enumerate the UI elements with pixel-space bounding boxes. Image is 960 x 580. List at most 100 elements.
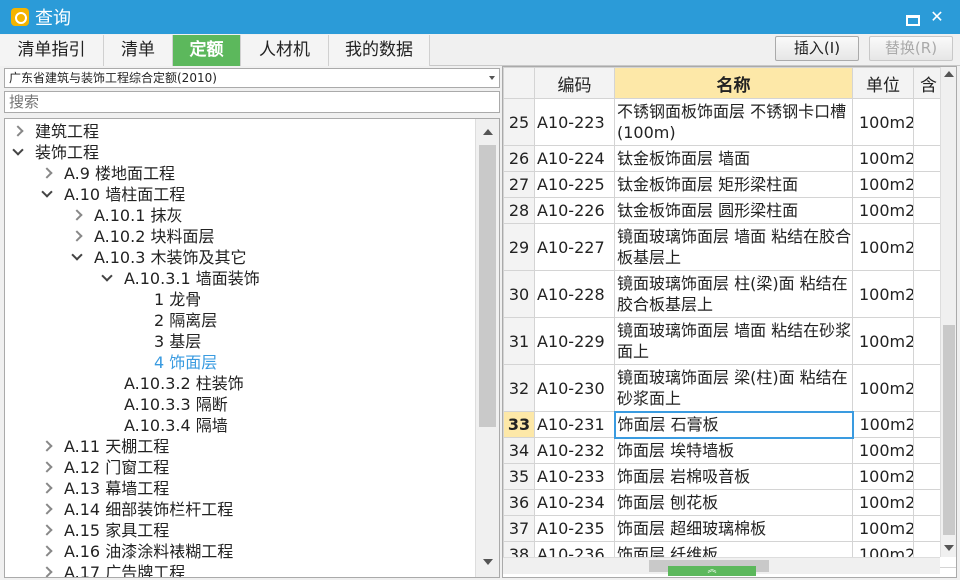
unit-cell[interactable]: 100m2 [852,463,914,490]
name-cell[interactable]: 镜面玻璃饰面层 墙面 粘结在胶合板基层上 [614,223,853,271]
table-row[interactable]: 35A10-233饰面层 岩棉吸音板100m26 [503,463,956,490]
name-cell[interactable]: 镜面玻璃饰面层 柱(梁)面 粘结在胶合板基层上 [614,270,853,318]
name-cell[interactable]: 饰面层 石膏板 [613,410,854,439]
unit-cell[interactable]: 100m2 [852,437,914,464]
replace-button[interactable]: 替换(R) [869,36,953,61]
tree-node[interactable]: A.9 楼地面工程 [64,163,175,184]
chevron-right-icon[interactable] [41,545,53,557]
tree-node[interactable]: A.10.1 抹灰 [94,205,182,226]
row-number[interactable]: 34 [503,437,535,464]
code-cell[interactable]: A10-223 [534,98,615,146]
chevron-down-icon[interactable] [71,249,83,261]
tree-node[interactable]: A.14 细部装饰栏杆工程 [64,499,233,520]
code-cell[interactable]: A10-228 [534,270,615,318]
table-row[interactable]: 34A10-232饰面层 埃特墙板100m21 [503,437,956,464]
row-number[interactable]: 25 [503,98,535,146]
code-cell[interactable]: A10-231 [534,411,615,438]
tree-node[interactable]: A.10.3 木装饰及其它 [94,247,246,268]
tree-node[interactable]: A.11 天棚工程 [64,436,169,457]
col-header-code[interactable]: 编码 [534,67,615,99]
tree-node[interactable]: A.16 油漆涂料裱糊工程 [64,541,233,562]
unit-cell[interactable]: 100m2 [852,489,914,516]
tab-quota[interactable]: 定额 [173,35,241,66]
table-row[interactable]: 29A10-227镜面玻璃饰面层 墙面 粘结在胶合板基层上100m28 [503,223,956,271]
code-cell[interactable]: A10-227 [534,223,615,271]
unit-cell[interactable]: 100m2 [852,223,914,271]
code-cell[interactable]: A10-233 [534,463,615,490]
insert-button[interactable]: 插入(I) [775,36,859,61]
row-number[interactable]: 33 [503,411,535,438]
name-cell[interactable]: 镜面玻璃饰面层 梁(柱)面 粘结在砂浆面上 [614,364,853,412]
chevron-right-icon[interactable] [12,125,24,137]
scroll-down-icon[interactable] [944,545,954,551]
unit-cell[interactable]: 100m2 [852,317,914,365]
chevron-right-icon[interactable] [41,482,53,494]
name-cell[interactable]: 不锈钢面板饰面层 不锈钢卡口槽(100m) [614,98,853,146]
tab-labor-material-machine[interactable]: 人材机 [241,35,329,66]
tree-node[interactable]: A.12 门窗工程 [64,457,169,478]
tree-node[interactable]: A.10 墙柱面工程 [64,184,185,205]
col-header-num[interactable] [503,67,535,99]
table-row[interactable]: 28A10-226钛金板饰面层 圆形梁柱面100m226 [503,197,956,224]
unit-cell[interactable]: 100m2 [852,98,914,146]
tree-node[interactable]: 装饰工程 [35,142,99,163]
code-cell[interactable]: A10-225 [534,171,615,198]
row-number[interactable]: 35 [503,463,535,490]
search-input[interactable] [4,91,500,113]
row-number[interactable]: 29 [503,223,535,271]
name-cell[interactable]: 饰面层 刨花板 [614,489,853,516]
row-number[interactable]: 31 [503,317,535,365]
tree-node[interactable]: A.10.3.3 隔断 [124,394,228,415]
chevron-down-icon[interactable] [12,144,24,156]
col-header-unit[interactable]: 单位 [852,67,914,99]
table-row[interactable]: 30A10-228镜面玻璃饰面层 柱(梁)面 粘结在胶合板基层上100m29 [503,270,956,318]
table-vscroll-thumb[interactable] [943,325,955,535]
tree-node[interactable]: 3 基层 [154,331,201,352]
table-row[interactable]: 36A10-234饰面层 刨花板100m21 [503,489,956,516]
tree-node[interactable]: A.15 家具工程 [64,520,169,541]
tree-node[interactable]: A.10.3.1 墙面装饰 [124,268,260,289]
restore-icon[interactable] [902,8,920,26]
code-cell[interactable]: A10-235 [534,515,615,542]
table-row[interactable]: 31A10-229镜面玻璃饰面层 墙面 粘结在砂浆面上100m29 [503,317,956,365]
name-cell[interactable]: 钛金板饰面层 圆形梁柱面 [614,197,853,224]
row-number[interactable]: 26 [503,145,535,172]
unit-cell[interactable]: 100m2 [852,270,914,318]
row-number[interactable]: 28 [503,197,535,224]
chevron-right-icon[interactable] [41,503,53,515]
scroll-up-icon[interactable] [944,71,954,77]
tree-node[interactable]: 2 隔离层 [154,310,217,331]
chevron-right-icon[interactable] [41,167,53,179]
chevron-right-icon[interactable] [71,209,83,221]
tree-node[interactable]: 1 龙骨 [154,289,201,310]
tree-node[interactable]: A.13 幕墙工程 [64,478,169,499]
scroll-up-icon[interactable] [483,129,493,135]
code-cell[interactable]: A10-230 [534,364,615,412]
unit-cell[interactable]: 100m2 [852,364,914,412]
unit-cell[interactable]: 100m2 [852,411,914,438]
chevron-right-icon[interactable] [71,230,83,242]
code-cell[interactable]: A10-224 [534,145,615,172]
table-row[interactable]: 32A10-230镜面玻璃饰面层 梁(柱)面 粘结在砂浆面上100m29 [503,364,956,412]
row-number[interactable]: 27 [503,171,535,198]
code-cell[interactable]: A10-229 [534,317,615,365]
unit-cell[interactable]: 100m2 [852,197,914,224]
library-select[interactable]: 广东省建筑与装饰工程综合定额(2010) [4,68,500,88]
name-cell[interactable]: 钛金板饰面层 矩形梁柱面 [614,171,853,198]
tab-my-data[interactable]: 我的数据 [329,35,430,66]
chevron-right-icon[interactable] [41,461,53,473]
tree-scrollbar[interactable] [475,119,499,577]
chevron-right-icon[interactable] [41,566,53,577]
code-cell[interactable]: A10-226 [534,197,615,224]
name-cell[interactable]: 镜面玻璃饰面层 墙面 粘结在砂浆面上 [614,317,853,365]
tree-node[interactable]: A.17 广告牌工程 [64,562,185,577]
name-cell[interactable]: 钛金板饰面层 墙面 [614,145,853,172]
tree-node[interactable]: 建筑工程 [35,121,99,142]
tree-node[interactable]: A.10.3.2 柱装饰 [124,373,244,394]
unit-cell[interactable]: 100m2 [852,145,914,172]
chevron-right-icon[interactable] [41,524,53,536]
tree-node[interactable]: A.10.2 块料面层 [94,226,214,247]
tree-node[interactable]: 4 饰面层 [154,352,217,373]
chevron-down-icon[interactable] [41,186,53,198]
tab-list-guide[interactable]: 清单指引 [0,35,104,66]
